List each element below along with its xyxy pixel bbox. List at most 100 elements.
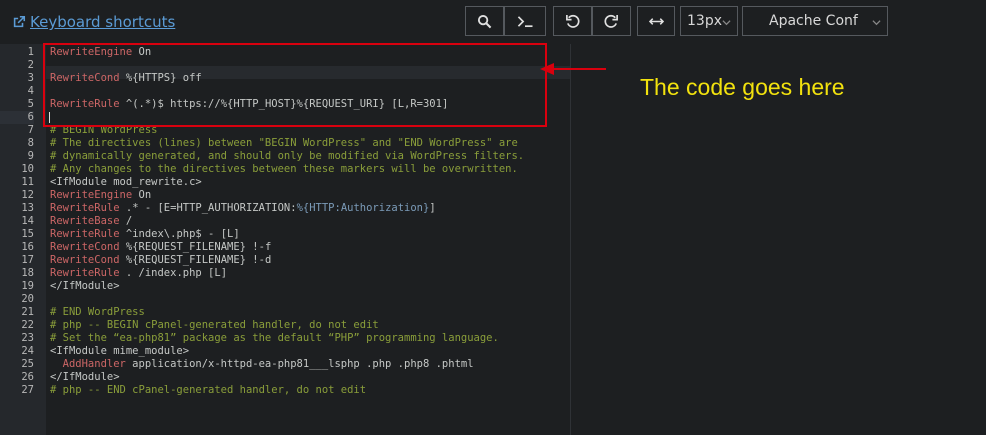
line-number: 21 <box>21 306 34 318</box>
code-line: # dynamically generated, and should only… <box>50 150 524 163</box>
redo-icon <box>604 14 618 28</box>
code-variable: %{HTTP:Authorization} <box>296 202 430 214</box>
code-keyword: RewriteCond <box>50 72 120 84</box>
code-comment: # php -- BEGIN cPanel-generated handler,… <box>50 319 379 331</box>
line-number: 27 <box>21 384 34 396</box>
line-number: 2 <box>27 59 34 71</box>
wrap-icon <box>648 17 664 25</box>
chevron-down-icon <box>872 20 881 26</box>
code-line: RewriteCond %{HTTPS} off <box>50 72 202 85</box>
code-comment: # dynamically generated, and should only… <box>50 150 525 162</box>
code-line: # BEGIN WordPress <box>50 124 157 137</box>
code-line: <IfModule mime_module> <box>50 345 189 358</box>
line-number: 23 <box>21 332 34 344</box>
code-line: </IfModule> <box>50 280 120 293</box>
mode-select[interactable]: Apache Conf <box>742 6 888 36</box>
code-text: .* - [E=HTTP_AUTHORIZATION: <box>119 202 297 214</box>
code-comment: # The directives (lines) between "BEGIN … <box>50 137 518 149</box>
code-text: %{HTTPS} off <box>119 72 202 84</box>
line-number: 12 <box>21 189 34 201</box>
line-number: 16 <box>21 241 34 253</box>
code-text: application/x-httpd-ea-php81___lsphp .ph… <box>125 358 474 370</box>
line-number: 4 <box>27 85 34 97</box>
undo-button[interactable] <box>553 6 592 36</box>
code-text: On <box>132 46 152 58</box>
line-number: 20 <box>21 293 34 305</box>
line-number: 18 <box>21 267 34 279</box>
code-line: RewriteRule .* - [E=HTTP_AUTHORIZATION:%… <box>50 202 436 215</box>
search-icon <box>477 14 492 28</box>
code-keyword: RewriteRule <box>50 202 120 214</box>
code-text: <IfModule mime_module> <box>50 345 190 357</box>
code-text: ^index\.php$ - [L] <box>119 228 240 240</box>
line-number: 10 <box>21 163 34 175</box>
code-line: RewriteCond %{REQUEST_FILENAME} !-d <box>50 254 271 267</box>
code-keyword: RewriteRule <box>50 98 120 110</box>
code-comment: # END WordPress <box>50 306 145 318</box>
code-text: </IfModule> <box>50 280 120 292</box>
code-line: RewriteCond %{REQUEST_FILENAME} !-f <box>50 241 271 254</box>
arrow-icon <box>540 63 606 75</box>
code-keyword: RewriteCond <box>50 254 120 266</box>
line-number: 25 <box>21 358 34 370</box>
code-line: # Any changes to the directives between … <box>50 163 518 176</box>
line-number: 8 <box>27 137 34 149</box>
redo-button[interactable] <box>592 6 631 36</box>
code-text: </IfModule> <box>50 371 120 383</box>
line-number: 14 <box>21 215 34 227</box>
mode-value: Apache Conf <box>769 13 858 29</box>
line-number: 26 <box>21 371 34 383</box>
line-number: 11 <box>21 176 34 188</box>
code-line: # php -- END cPanel-generated handler, d… <box>50 384 366 397</box>
code-keyword: RewriteCond <box>50 241 120 253</box>
terminal-icon <box>517 15 533 27</box>
code-keyword: RewriteRule <box>50 267 120 279</box>
code-keyword: RewriteEngine <box>50 189 133 201</box>
code-text: ] <box>429 202 436 214</box>
code-line: RewriteEngine On <box>50 46 151 59</box>
code-comment: # php -- END cPanel-generated handler, d… <box>50 384 367 396</box>
code-text: On <box>132 189 152 201</box>
line-number: 1 <box>27 46 34 58</box>
line-number: 6 <box>0 111 34 124</box>
code-line: <IfModule mod_rewrite.c> <box>50 176 202 189</box>
line-number: 5 <box>27 98 34 110</box>
code-line: # The directives (lines) between "BEGIN … <box>50 137 518 150</box>
code-text: / <box>119 215 133 227</box>
code-line: RewriteRule ^(.*)$ https://%{HTTP_HOST}%… <box>50 98 448 111</box>
keyboard-shortcuts-link[interactable]: Keyboard shortcuts <box>12 13 175 31</box>
code-line: AddHandler application/x-httpd-ea-php81_… <box>50 358 474 371</box>
code-text: %{REQUEST_FILENAME} !-f <box>119 241 272 253</box>
code-line: RewriteEngine On <box>50 189 151 202</box>
annotation-text: The code goes here <box>640 74 845 100</box>
line-number: 19 <box>21 280 34 292</box>
text-cursor <box>49 112 50 123</box>
wrap-toggle-button[interactable] <box>637 6 675 36</box>
code-comment: # Set the “ea-php81” package as the defa… <box>50 332 499 344</box>
editor-toolbar: Keyboard shortcuts 13px Apache Conf <box>0 0 986 44</box>
code-keyword: RewriteBase <box>50 215 120 227</box>
code-line: RewriteRule ^index\.php$ - [L] <box>50 228 240 241</box>
search-button[interactable] <box>465 6 504 36</box>
line-number: 17 <box>21 254 34 266</box>
line-number: 3 <box>27 72 34 84</box>
code-comment: # Any changes to the directives between … <box>50 163 518 175</box>
code-text: ^(.*)$ https://%{HTTP_HOST}%{REQUEST_URI… <box>119 98 449 110</box>
editor-right-margin <box>570 44 986 435</box>
external-link-icon <box>13 15 26 28</box>
code-text: <IfModule mod_rewrite.c> <box>50 176 202 188</box>
terminal-button[interactable] <box>504 6 546 36</box>
font-size-value: 13px <box>687 13 722 29</box>
line-number: 7 <box>27 124 34 136</box>
code-line: # Set the “ea-php81” package as the defa… <box>50 332 499 345</box>
keyboard-shortcuts-label: Keyboard shortcuts <box>30 13 176 31</box>
line-number: 9 <box>27 150 34 162</box>
code-keyword: RewriteEngine <box>50 46 133 58</box>
code-comment: # BEGIN WordPress <box>50 124 158 136</box>
code-line: RewriteBase / <box>50 215 132 228</box>
code-line: </IfModule> <box>50 371 120 384</box>
line-number: 24 <box>21 345 34 357</box>
code-keyword: RewriteRule <box>50 228 120 240</box>
code-line: # php -- BEGIN cPanel-generated handler,… <box>50 319 379 332</box>
font-size-select[interactable]: 13px <box>680 6 738 36</box>
